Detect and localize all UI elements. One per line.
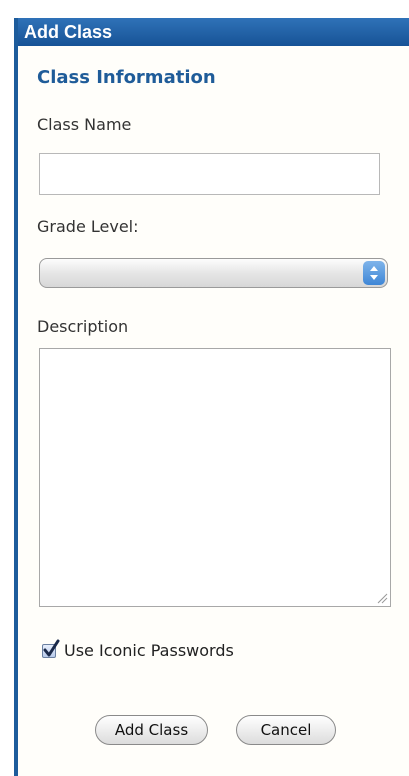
grade-level-label: Grade Level: [37,217,139,236]
add-class-dialog: Add Class Class Information Class Name G… [14,18,409,776]
cancel-button[interactable]: Cancel [236,715,336,745]
iconic-passwords-checkbox[interactable] [42,639,60,658]
description-label: Description [37,317,129,336]
section-title: Class Information [37,67,216,88]
resize-grip-icon[interactable] [376,592,388,604]
add-class-button[interactable]: Add Class [95,715,208,745]
checkmark-icon [43,639,60,657]
class-name-label: Class Name [37,115,132,134]
iconic-passwords-label: Use Iconic Passwords [64,641,234,660]
class-name-input[interactable] [39,153,380,195]
chevron-up-down-icon [363,261,385,285]
grade-level-select[interactable] [39,258,388,288]
description-textarea[interactable] [39,348,391,607]
dialog-title: Add Class [18,18,409,46]
